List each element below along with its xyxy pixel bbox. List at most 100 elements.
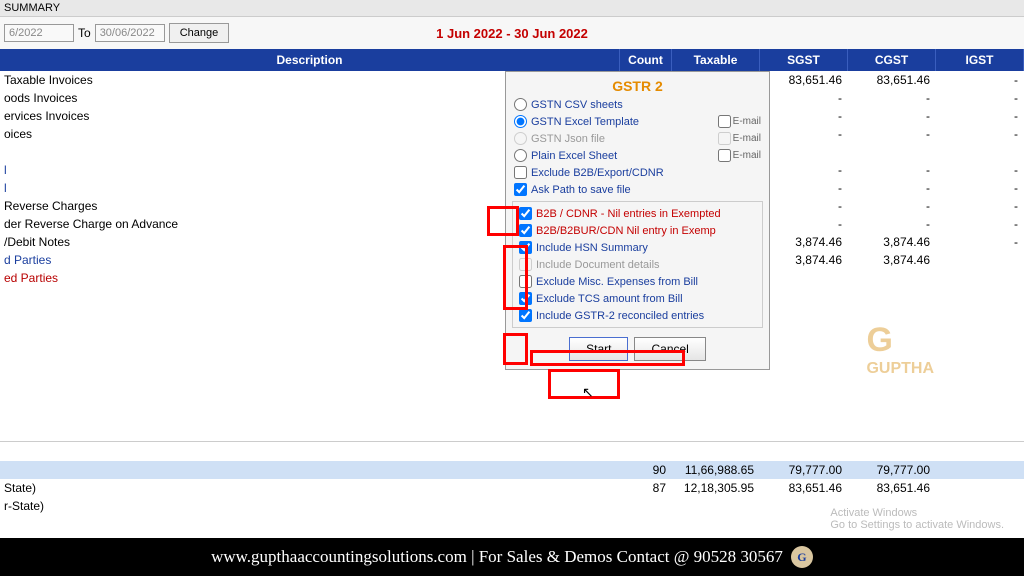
row-cgst: - — [848, 181, 936, 195]
row-sgst: - — [760, 127, 848, 141]
email-plain-check[interactable] — [718, 149, 731, 162]
radio-csv[interactable] — [514, 98, 527, 111]
label-plain: Plain Excel Sheet — [531, 150, 617, 162]
summary-taxable: 12,18,305.95 — [672, 481, 760, 495]
row-igst: - — [936, 127, 1024, 141]
summary-desc: r-State) — [0, 499, 620, 513]
row-igst: - — [936, 109, 1024, 123]
change-button[interactable]: Change — [169, 23, 230, 43]
row-igst: - — [936, 163, 1024, 177]
from-date-input[interactable] — [4, 24, 74, 42]
summary-sgst — [760, 499, 848, 513]
period-label: 1 Jun 2022 - 30 Jun 2022 — [436, 26, 588, 41]
summary-row[interactable]: State)8712,18,305.9583,651.4683,651.46 — [0, 479, 1024, 497]
row-igst: - — [936, 199, 1024, 213]
row-sgst: 83,651.46 — [760, 73, 848, 87]
row-cgst: - — [848, 199, 936, 213]
summary-desc — [0, 463, 620, 477]
label-doc: Include Document details — [536, 259, 660, 271]
label-recon: Include GSTR-2 reconciled entries — [536, 310, 704, 322]
summary-sgst: 83,651.46 — [760, 481, 848, 495]
label-misc: Exclude Misc. Expenses from Bill — [536, 276, 698, 288]
check-tcs[interactable] — [519, 292, 532, 305]
table-header: Description Count Taxable SGST CGST IGST — [0, 49, 1024, 71]
summary-sgst: 79,777.00 — [760, 463, 848, 477]
row-sgst: - — [760, 163, 848, 177]
radio-excel[interactable] — [514, 115, 527, 128]
summary-igst — [936, 481, 1024, 495]
row-cgst: - — [848, 91, 936, 105]
summary-desc: State) — [0, 481, 620, 495]
summary-igst — [936, 499, 1024, 513]
activate-line2: Go to Settings to activate Windows. — [830, 519, 1004, 531]
row-igst: - — [936, 181, 1024, 195]
summary-cgst: 79,777.00 — [848, 463, 936, 477]
row-sgst: - — [760, 91, 848, 105]
email-label-2: E-mail — [733, 133, 761, 144]
to-date-input[interactable] — [95, 24, 165, 42]
row-sgst: 3,874.46 — [760, 235, 848, 249]
label-exclude-b2b: Exclude B2B/Export/CDNR — [531, 167, 664, 179]
watermark-g: G — [866, 321, 892, 359]
check-doc — [519, 258, 532, 271]
check-exclude-b2b[interactable] — [514, 166, 527, 179]
summary-row[interactable]: 9011,66,988.6579,777.0079,777.00 — [0, 461, 1024, 479]
header-taxable: Taxable — [672, 49, 760, 71]
banner-logo-icon: G — [791, 546, 813, 568]
header-cgst: CGST — [848, 49, 936, 71]
gstr2-dialog: GSTR 2 GSTN CSV sheets GSTN Excel Templa… — [505, 71, 770, 370]
row-cgst: - — [848, 127, 936, 141]
check-misc[interactable] — [519, 275, 532, 288]
row-sgst: 3,874.46 — [760, 253, 848, 267]
radio-json — [514, 132, 527, 145]
watermark-text: GUPTHA — [866, 360, 934, 377]
label-b2bur-nil: B2B/B2BUR/CDN Nil entry in Exemp — [536, 225, 716, 237]
cancel-button[interactable]: Cancel — [634, 337, 705, 361]
row-igst: - — [936, 91, 1024, 105]
header-igst: IGST — [936, 49, 1024, 71]
row-sgst: - — [760, 181, 848, 195]
row-igst: - — [936, 73, 1024, 87]
row-cgst: 3,874.46 — [848, 235, 936, 249]
header-description: Description — [0, 49, 620, 71]
row-sgst: - — [760, 199, 848, 213]
header-count: Count — [620, 49, 672, 71]
email-json-check — [718, 132, 731, 145]
row-igst: - — [936, 217, 1024, 231]
start-button[interactable]: Start — [569, 337, 628, 361]
summary-count: 90 — [620, 463, 672, 477]
summary-taxable — [672, 499, 760, 513]
check-ask-path[interactable] — [514, 183, 527, 196]
radio-plain[interactable] — [514, 149, 527, 162]
row-cgst: - — [848, 109, 936, 123]
email-excel-check[interactable] — [718, 115, 731, 128]
summary-cgst — [848, 499, 936, 513]
check-b2b-nil[interactable] — [519, 207, 532, 220]
check-recon[interactable] — [519, 309, 532, 322]
summary-igst — [936, 463, 1024, 477]
to-label: To — [78, 26, 91, 40]
summary-count: 87 — [620, 481, 672, 495]
row-cgst: 3,874.46 — [848, 253, 936, 267]
row-igst: - — [936, 235, 1024, 249]
summary-title: SUMMARY — [0, 0, 1024, 17]
label-excel: GSTN Excel Template — [531, 116, 639, 128]
summary-taxable: 11,66,988.65 — [672, 463, 760, 477]
row-cgst: - — [848, 163, 936, 177]
label-csv: GSTN CSV sheets — [531, 99, 623, 111]
summary-count — [620, 499, 672, 513]
label-b2b-nil: B2B / CDNR - Nil entries in Exempted — [536, 208, 721, 220]
summary-row[interactable]: r-State) — [0, 497, 1024, 515]
date-filter-row: To Change 1 Jun 2022 - 30 Jun 2022 — [0, 17, 1024, 49]
watermark: G GUPTHA — [866, 321, 934, 378]
row-sgst: - — [760, 109, 848, 123]
check-hsn[interactable] — [519, 241, 532, 254]
dialog-title: GSTR 2 — [510, 76, 765, 96]
label-json: GSTN Json file — [531, 133, 605, 145]
email-label-1: E-mail — [733, 116, 761, 127]
row-cgst: 83,651.46 — [848, 73, 936, 87]
label-ask-path: Ask Path to save file — [531, 184, 631, 196]
header-sgst: SGST — [760, 49, 848, 71]
check-b2bur-nil[interactable] — [519, 224, 532, 237]
label-tcs: Exclude TCS amount from Bill — [536, 293, 683, 305]
